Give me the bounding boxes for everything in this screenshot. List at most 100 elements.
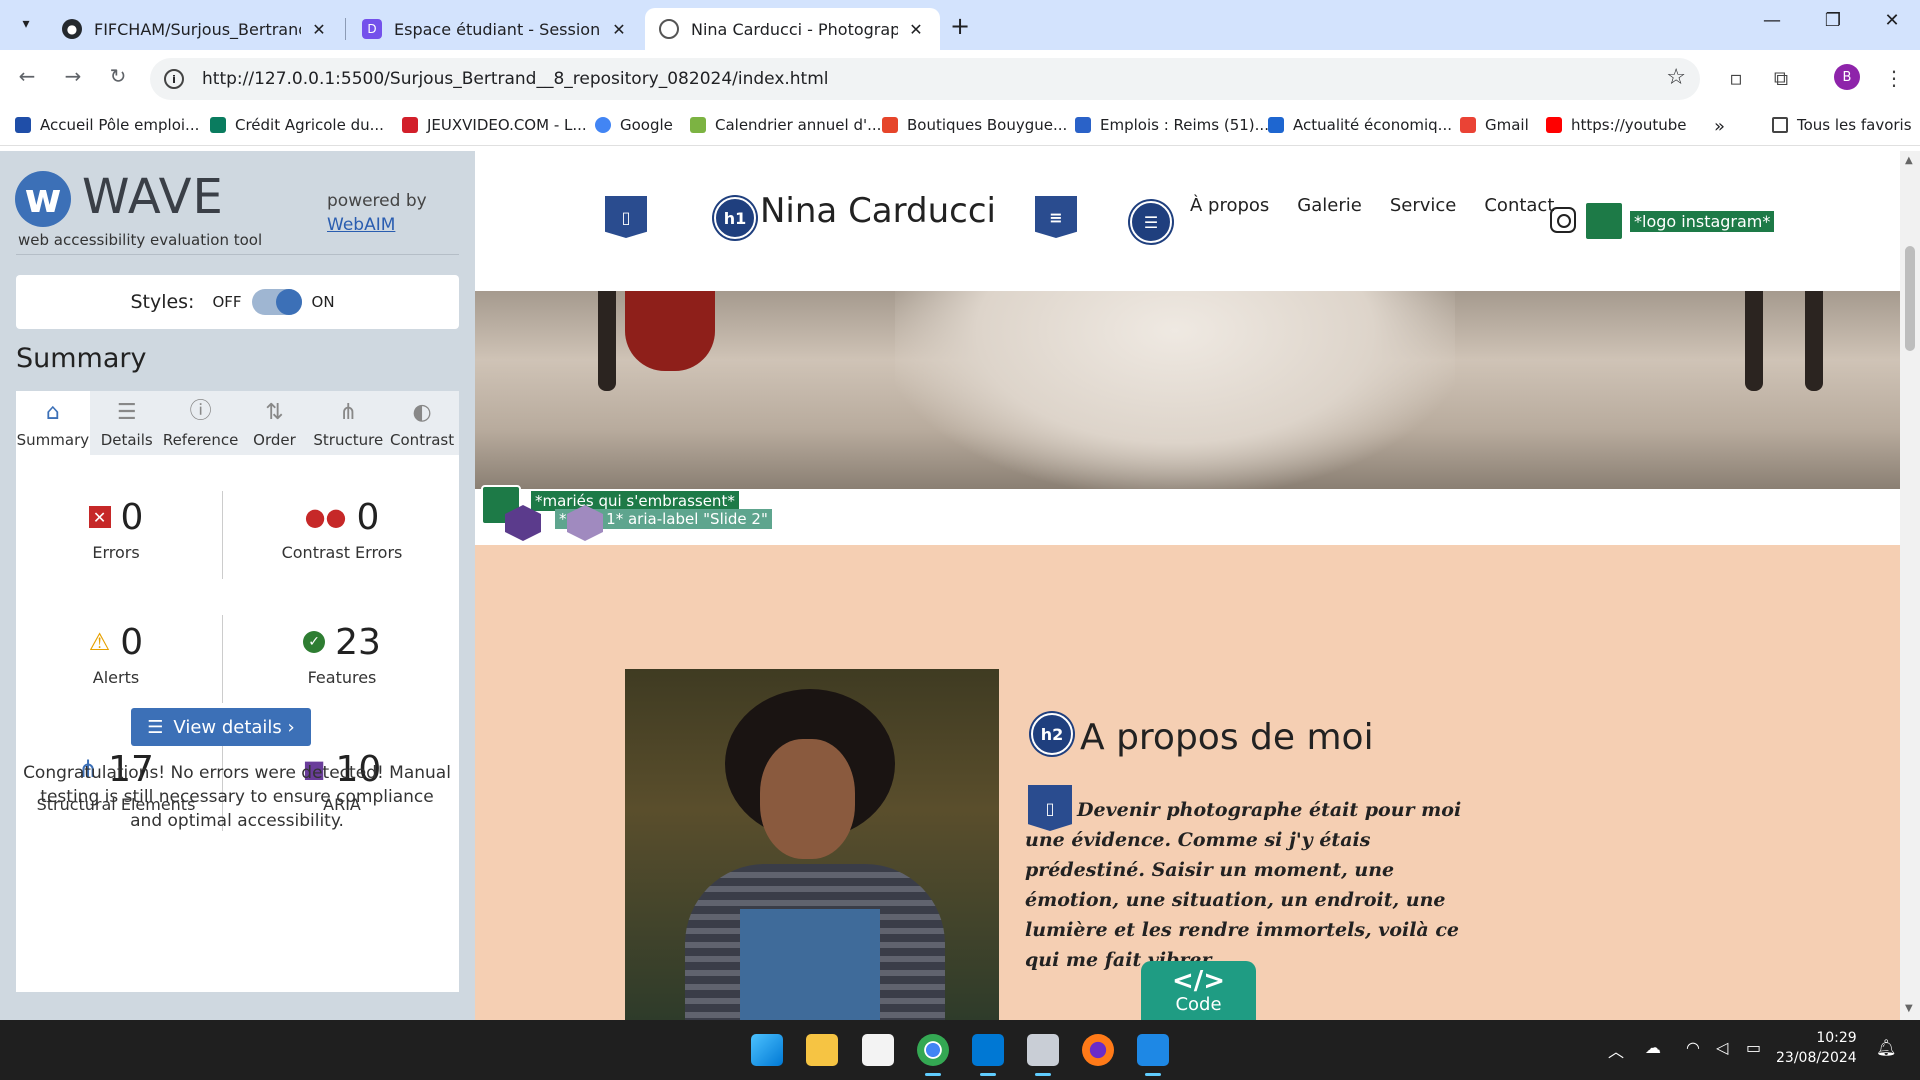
alerts-stat[interactable]: ⚠ 0 Alerts [16,620,216,688]
browser-tab-openclassrooms[interactable]: D Espace étudiant - Sessions - Op ✕ [348,8,643,50]
store-icon[interactable] [862,1034,894,1066]
site-header: ▯ h1 Nina Carducci ≡ ☰ À propos Galerie … [475,151,1900,291]
close-tab-icon[interactable]: ✕ [906,20,926,39]
wave-sidebar: w WAVE web accessibility evaluation tool… [0,151,475,1020]
tab-search-button[interactable]: ▾ [12,10,40,38]
chrome-icon[interactable] [917,1034,949,1076]
menu-dots-icon[interactable]: ⋮ [1880,66,1908,90]
vscode-icon[interactable] [972,1034,1004,1076]
bookmark-item[interactable]: Actualité économiq... [1268,116,1452,134]
view-details-button[interactable]: ☰ View details › [131,708,311,746]
close-tab-icon[interactable]: ✕ [609,20,629,39]
onedrive-icon[interactable]: ☁ [1645,1038,1661,1057]
bookmark-item[interactable]: Crédit Agricole du... [210,116,384,134]
contrast-errors-stat[interactable]: ●● 0 Contrast Errors [242,495,442,563]
scroll-thumb[interactable] [1905,246,1915,351]
wifi-icon[interactable]: ◠ [1686,1038,1700,1057]
file-explorer-icon[interactable] [806,1034,838,1066]
tab-details[interactable]: ☰ Details [90,391,164,455]
contrast-count: 0 [356,496,380,538]
tab-contrast[interactable]: ◐ Contrast [385,391,459,455]
calendar-icon [690,117,706,133]
bookmark-item[interactable]: JEUXVIDEO.COM - L... [402,116,587,134]
battery-icon[interactable]: ▭ [1746,1038,1761,1057]
more-bookmarks-button[interactable]: » [1714,116,1725,137]
news-icon [1268,117,1284,133]
bookmark-item[interactable]: https://youtube [1546,116,1686,134]
nav-link-service[interactable]: Service [1390,195,1457,216]
bookmark-label: https://youtube [1571,116,1687,134]
wave-nav-region-icon[interactable]: ≡ [1035,196,1077,238]
puzzle-icon[interactable]: ⧉ [1767,66,1795,90]
page-scrollbar[interactable]: ▲ ▼ [1900,151,1920,1020]
close-tab-icon[interactable]: ✕ [309,20,329,39]
nav-link-apropos[interactable]: À propos [1190,195,1269,216]
bookmark-item[interactable]: Emplois : Reims (51)... [1075,116,1269,134]
bookmark-item[interactable]: Calendrier annuel d'... [690,116,881,134]
site-info-icon[interactable]: i [164,69,184,89]
forward-icon[interactable]: → [58,64,88,88]
notification-bell-icon[interactable]: 🔔︎ [1876,1038,1896,1057]
about-heading: A propos de moi [1080,717,1374,758]
terminal-icon[interactable] [1027,1034,1059,1076]
bookmark-item[interactable]: Gmail [1460,116,1529,134]
bookmark-item[interactable]: Boutiques Bouygue... [882,116,1067,134]
tab-title: FIFCHAM/Surjous_Bertrand__8_ [94,19,301,39]
restore-icon[interactable]: ❐ [1813,10,1853,31]
bookmark-item[interactable]: Google [595,116,673,134]
bookmark-item[interactable]: Accueil Pôle emploi... [15,116,199,134]
github-icon: ● [62,19,82,39]
tab-reference[interactable]: ⓘ Reference [163,391,239,455]
errors-stat[interactable]: ✕ 0 Errors [16,495,216,562]
banner-leg [1805,291,1823,391]
windows-taskbar: ︿ ☁ ◠ ◁ ▭ 10:29 23/08/2024 🔔︎ [0,1020,1920,1080]
wave-link-alt-icon[interactable] [1584,201,1624,241]
tab-structure[interactable]: ⋔ Structure [311,391,385,455]
profile-avatar[interactable]: B [1834,64,1860,90]
contrast-label: Contrast Errors [281,543,403,562]
start-icon[interactable] [751,1034,783,1066]
reload-icon[interactable]: ↻ [103,64,133,88]
minimize-icon[interactable]: — [1752,10,1792,31]
list-icon: ☰ [116,400,137,425]
photos-icon[interactable] [1137,1034,1169,1076]
styles-toggle-box: Styles: OFF ON [16,275,459,329]
carousel-indicators: *mariés qui s'embrassent* *slide 1* aria… [475,485,1900,545]
wave-h1-icon[interactable]: h1 [714,197,756,239]
order-icon: ⇅ [265,400,284,425]
browser-tab-github[interactable]: ● FIFCHAM/Surjous_Bertrand__8_ ✕ [48,8,343,50]
wave-h2-icon[interactable]: h2 [1031,713,1073,755]
bookmarks-bar: Accueil Pôle emploi... Crédit Agricole d… [0,106,1920,146]
scroll-up-icon[interactable]: ▲ [1905,155,1913,166]
browser-tab-nina[interactable]: Nina Carducci - Photographe p ✕ [645,8,940,50]
scroll-down-icon[interactable]: ▼ [1905,1003,1913,1014]
contrast-error-icon: ●● [304,503,347,531]
hero-banner-image [475,291,1900,489]
url-text: http://127.0.0.1:5500/Surjous_Bertrand__… [202,69,829,89]
folder-icon [1772,117,1788,133]
code-button[interactable]: </> Code [1141,961,1256,1025]
tab-order[interactable]: ⇅ Order [238,391,312,455]
new-tab-button[interactable]: + [945,12,975,40]
tray-chevron-icon[interactable]: ︿ [1608,1038,1624,1062]
close-window-icon[interactable]: ✕ [1872,10,1912,31]
feature-check-icon: ✓ [303,631,326,653]
nav-link-contact[interactable]: Contact [1484,195,1554,216]
nav-link-galerie[interactable]: Galerie [1297,195,1362,216]
bookmark-star-icon[interactable]: ☆ [1666,65,1686,90]
all-bookmarks-button[interactable]: Tous les favoris [1772,116,1912,134]
instagram-icon[interactable] [1550,207,1576,233]
firefox-icon[interactable] [1082,1034,1114,1066]
back-icon[interactable]: ← [12,64,42,88]
webaim-link[interactable]: WebAIM [327,215,395,235]
wave-region-icon[interactable]: ▯ [605,196,647,238]
volume-icon[interactable]: ◁ [1716,1038,1728,1057]
wave-list-icon[interactable]: ☰ [1130,201,1172,243]
tab-summary[interactable]: ⌂ Summary [16,391,90,455]
system-clock[interactable]: 10:29 23/08/2024 [1776,1028,1857,1068]
styles-toggle[interactable] [251,289,302,315]
address-bar[interactable]: i http://127.0.0.1:5500/Surjous_Bertrand… [150,58,1700,100]
youtube-icon [1546,117,1562,133]
extension-icon[interactable]: ▫ [1722,66,1750,90]
features-stat[interactable]: ✓ 23 Features [242,620,442,687]
